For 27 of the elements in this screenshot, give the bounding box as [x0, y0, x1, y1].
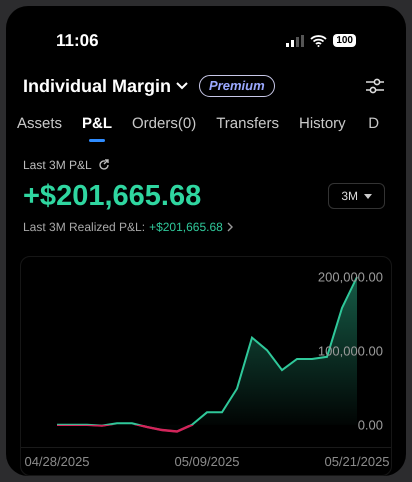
- battery-indicator: 100: [333, 34, 356, 48]
- realized-pnl-label: Last 3M Realized P&L:: [23, 219, 146, 236]
- premium-badge: Premium: [199, 75, 275, 98]
- pnl-amount: +$201,665.68: [23, 179, 202, 214]
- tab[interactable]: Assets: [17, 112, 62, 142]
- chevron-down-icon: [175, 81, 190, 92]
- x-axis-label: 05/09/2025: [174, 455, 240, 468]
- y-axis-label: 0.00: [358, 418, 383, 432]
- pnl-label: Last 3M P&L: [23, 157, 92, 174]
- chevron-right-icon[interactable]: [226, 222, 234, 232]
- tab[interactable]: Orders(0): [132, 112, 196, 142]
- tab[interactable]: Transfers: [216, 112, 279, 142]
- period-dropdown[interactable]: 3M: [328, 183, 385, 209]
- y-axis-label: 200,000.00: [318, 270, 383, 284]
- signal-icon: [286, 34, 304, 47]
- tab[interactable]: History: [299, 112, 346, 142]
- refresh-share-icon[interactable]: [98, 159, 110, 171]
- caret-icon: [364, 194, 372, 198]
- realized-pnl-value: +$201,665.68: [149, 219, 223, 236]
- x-axis-label: 04/28/2025: [24, 455, 90, 468]
- wifi-icon: [310, 34, 328, 47]
- settings-sliders-icon[interactable]: [365, 76, 385, 96]
- account-selector[interactable]: Individual Margin: [23, 72, 190, 100]
- tab[interactable]: P&L: [82, 112, 112, 142]
- x-axis-label: 05/21/2025: [324, 455, 390, 468]
- status-time: 11:06: [56, 30, 99, 52]
- tab[interactable]: D: [366, 112, 382, 142]
